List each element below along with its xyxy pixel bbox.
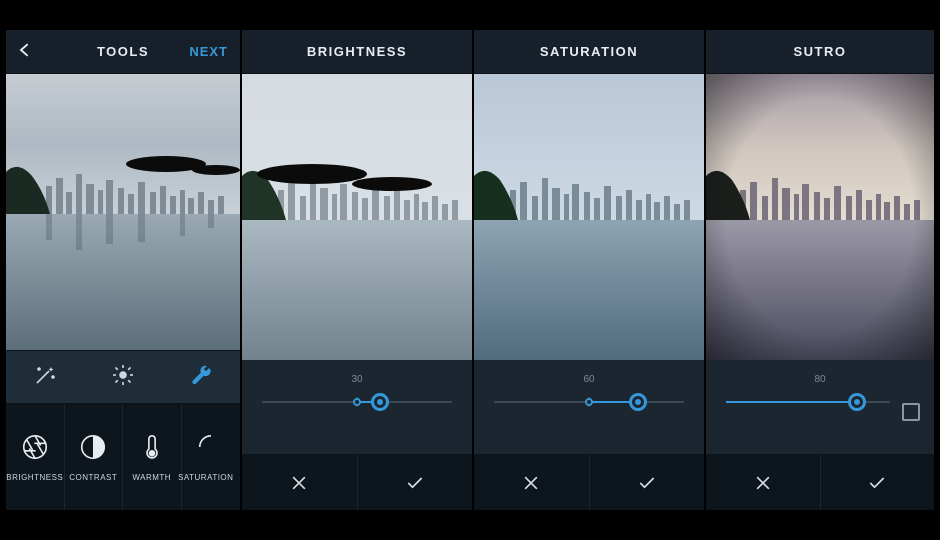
back-arrow-icon[interactable] [16,40,36,64]
saturation-icon [196,432,226,467]
confirm-row [706,454,934,510]
tool-contrast[interactable]: CONTRAST [65,404,124,510]
contrast-icon [78,432,108,467]
screen-title: TOOLS [97,44,149,59]
header: SATURATION [474,30,704,74]
tool-label: BRIGHTNESS [6,473,63,482]
tool-label: SATURATION [178,473,233,482]
slider-value: 80 [706,360,934,384]
slider-handle[interactable] [371,393,389,411]
header: SUTRO [706,30,934,74]
slider[interactable] [262,384,452,420]
screen-title: SUTRO [794,44,847,59]
screen-title: BRIGHTNESS [307,44,407,59]
slider-area: 60 [474,360,704,510]
cancel-button[interactable] [706,455,820,510]
mode-tab-row [6,350,240,404]
frame-toggle-checkbox[interactable] [902,403,920,421]
screen-sutro: SUTRO 80 [706,30,934,510]
slider[interactable] [494,384,684,420]
screen-tools: TOOLS NEXT [6,30,240,510]
photo-preview [474,74,704,360]
tool-label: CONTRAST [69,473,117,482]
cancel-button[interactable] [474,455,589,510]
confirm-row [474,454,704,510]
photo-preview [6,74,240,350]
slider-area: 80 [706,360,934,510]
confirm-button[interactable] [357,455,473,510]
photo-preview [242,74,472,360]
screen-title: SATURATION [540,44,638,59]
slider-area: 30 [242,360,472,510]
tool-saturation[interactable]: SATURATION [182,404,241,510]
tool-label: WARMTH [132,473,171,482]
wrench-icon[interactable] [162,357,240,398]
screen-saturation: SATURATION 60 [474,30,704,510]
photo-preview [706,74,934,360]
slider-value: 30 [242,360,472,384]
header: BRIGHTNESS [242,30,472,74]
slider[interactable] [726,384,890,420]
next-button[interactable]: NEXT [189,44,228,59]
tool-brightness[interactable]: BRIGHTNESS [6,404,65,510]
confirm-row [242,454,472,510]
slider-handle[interactable] [629,393,647,411]
thermometer-icon [137,432,167,467]
header: TOOLS NEXT [6,30,240,74]
aperture-icon [20,432,50,467]
confirm-button[interactable] [820,455,935,510]
slider-value: 60 [474,360,704,384]
cancel-button[interactable] [242,455,357,510]
tool-warmth[interactable]: WARMTH [123,404,182,510]
slider-handle[interactable] [848,393,866,411]
confirm-button[interactable] [589,455,705,510]
screen-brightness: BRIGHTNESS 30 [242,30,472,510]
magic-wand-icon[interactable] [6,357,84,398]
tool-strip[interactable]: BRIGHTNESS CONTRAST WARMTH SATURATION [6,404,240,510]
brightness-sun-icon[interactable] [84,357,162,398]
